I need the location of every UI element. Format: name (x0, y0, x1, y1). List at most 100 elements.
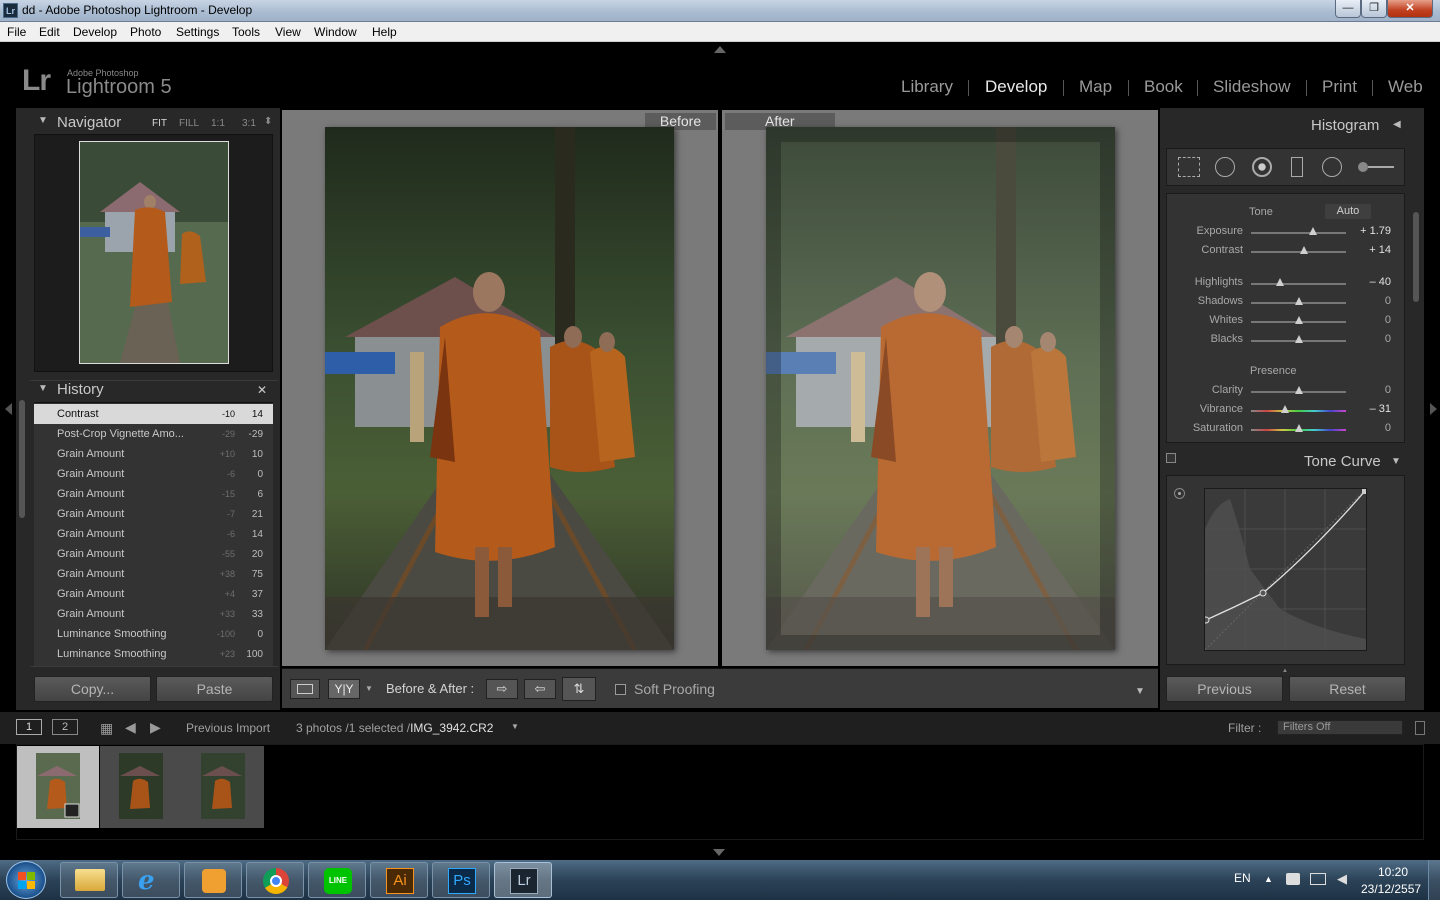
highlights-value[interactable]: – 40 (1351, 276, 1391, 288)
zoom-1-1[interactable]: 1:1 (211, 118, 225, 129)
saturation-slider-thumb[interactable] (1295, 424, 1303, 432)
history-item[interactable]: Grain Amount +33 33 (34, 604, 273, 624)
history-item[interactable]: Grain Amount -6 0 (34, 464, 273, 484)
exposure-value[interactable]: + 1.79 (1351, 225, 1391, 237)
clock-time[interactable]: 10:20 (1378, 865, 1408, 879)
auto-tone-button[interactable]: Auto (1325, 204, 1371, 219)
contrast-value[interactable]: + 14 (1351, 244, 1391, 256)
history-item[interactable]: Grain Amount -15 6 (34, 484, 273, 504)
bottom-panel-toggle-icon[interactable] (713, 849, 725, 856)
zoom-dropdown-icon[interactable]: ⬍ (264, 116, 272, 127)
maximize-button[interactable]: ❐ (1361, 0, 1387, 18)
menu-develop[interactable]: Develop (73, 25, 117, 39)
copy-after-to-before-icon[interactable]: ⇦ (524, 679, 556, 699)
taskbar-media-player[interactable] (184, 862, 242, 898)
left-panel-scrollbar[interactable] (19, 400, 25, 518)
history-item[interactable]: Luminance Smoothing +23 100 (34, 644, 273, 664)
taskbar-explorer[interactable] (60, 862, 118, 898)
history-item[interactable]: Grain Amount -55 20 (34, 544, 273, 564)
history-item[interactable]: Luminance Smoothing -100 0 (34, 624, 273, 644)
taskbar-illustrator[interactable]: Ai (370, 862, 428, 898)
history-item[interactable]: Grain Amount +10 10 (34, 444, 273, 464)
right-panel-scrollbar[interactable] (1413, 212, 1419, 302)
menu-file[interactable]: File (7, 25, 26, 39)
view-dropdown-icon[interactable]: ▼ (365, 684, 373, 693)
previous-button[interactable]: Previous (1166, 676, 1283, 702)
close-button[interactable]: ✕ (1387, 0, 1433, 18)
menu-tools[interactable]: Tools (232, 25, 260, 39)
graduated-filter-icon[interactable] (1291, 157, 1303, 177)
highlights-slider[interactable] (1251, 283, 1346, 285)
vibrance-slider-thumb[interactable] (1281, 405, 1289, 413)
module-map[interactable]: Map (1079, 77, 1112, 97)
swap-settings-icon[interactable]: ⇅ (562, 677, 596, 701)
language-indicator[interactable]: EN (1234, 871, 1251, 885)
volume-icon[interactable]: ◀ (1337, 871, 1347, 887)
crop-tool-icon[interactable] (1178, 157, 1200, 177)
module-library[interactable]: Library (901, 77, 953, 97)
history-collapse-icon[interactable]: ▼ (38, 383, 48, 394)
show-hidden-icons-icon[interactable]: ▲ (1264, 874, 1273, 884)
menu-window[interactable]: Window (314, 25, 357, 39)
right-panel-toggle-icon[interactable] (1430, 403, 1437, 415)
clear-history-icon[interactable]: ✕ (257, 383, 267, 397)
toolbar-options-icon[interactable]: ▼ (1135, 686, 1145, 697)
reset-button[interactable]: Reset (1289, 676, 1406, 702)
before-after-view-button[interactable]: Y|Y (328, 679, 360, 699)
copy-button[interactable]: Copy... (34, 676, 151, 702)
zoom-fill[interactable]: FILL (179, 118, 199, 129)
tone-curve-collapse-icon[interactable]: ▼ (1391, 456, 1401, 467)
menu-photo[interactable]: Photo (130, 25, 161, 39)
menu-settings[interactable]: Settings (176, 25, 219, 39)
taskbar-ie[interactable]: e (122, 862, 180, 898)
zoom-3-1[interactable]: 3:1 (242, 118, 256, 129)
history-item[interactable]: Grain Amount +4 37 (34, 584, 273, 604)
paste-button[interactable]: Paste (156, 676, 273, 702)
adjustment-brush-icon[interactable] (1358, 160, 1396, 174)
start-button[interactable] (6, 861, 46, 899)
filter-select[interactable]: Filters Off (1277, 720, 1403, 735)
filmstrip-thumbnail[interactable] (182, 746, 264, 828)
grid-view-icon[interactable]: ▦ (100, 720, 113, 737)
tone-curve-toggle[interactable] (1166, 453, 1176, 463)
whites-value[interactable]: 0 (1351, 314, 1391, 326)
clock-date[interactable]: 23/12/2557 (1361, 882, 1421, 896)
taskbar-line[interactable]: LINE (308, 862, 366, 898)
network-icon[interactable] (1310, 873, 1326, 885)
primary-display-button[interactable]: 1 (16, 719, 42, 735)
red-eye-tool-icon[interactable] (1252, 157, 1272, 177)
loupe-view-button[interactable] (290, 679, 320, 699)
show-desktop-button[interactable] (1428, 860, 1440, 900)
history-item[interactable]: Grain Amount -7 21 (34, 504, 273, 524)
module-print[interactable]: Print (1322, 77, 1357, 97)
history-item[interactable]: Grain Amount +38 75 (34, 564, 273, 584)
back-arrow-icon[interactable]: ◀ (125, 719, 136, 736)
soft-proofing-checkbox[interactable] (615, 684, 626, 695)
shadows-slider-thumb[interactable] (1295, 297, 1303, 305)
exposure-slider[interactable] (1251, 232, 1346, 234)
before-photo[interactable] (325, 127, 674, 650)
clarity-value[interactable]: 0 (1351, 384, 1391, 396)
history-item[interactable]: Contrast -10 14 (34, 404, 273, 424)
contrast-slider[interactable] (1251, 251, 1346, 253)
forward-arrow-icon[interactable]: ▶ (150, 719, 161, 736)
taskbar-chrome[interactable] (246, 862, 304, 898)
exposure-slider-thumb[interactable] (1309, 227, 1317, 235)
vibrance-slider[interactable] (1251, 410, 1346, 412)
filter-lock-icon[interactable] (1415, 721, 1425, 735)
contrast-slider-thumb[interactable] (1300, 246, 1308, 254)
module-book[interactable]: Book (1144, 77, 1183, 97)
radial-filter-icon[interactable] (1322, 157, 1342, 177)
after-photo[interactable] (766, 127, 1115, 650)
copy-before-to-after-icon[interactable]: ⇨ (486, 679, 518, 699)
navigator-thumbnail[interactable] (79, 141, 229, 364)
blacks-slider-thumb[interactable] (1295, 335, 1303, 343)
filmstrip-thumbnail[interactable] (17, 746, 99, 828)
whites-slider-thumb[interactable] (1295, 316, 1303, 324)
blacks-value[interactable]: 0 (1351, 333, 1391, 345)
minimize-button[interactable]: — (1335, 0, 1361, 18)
secondary-display-button[interactable]: 2 (52, 719, 78, 735)
filmstrip-source[interactable]: Previous Import (186, 721, 270, 735)
histogram-collapse-icon[interactable]: ◀ (1393, 119, 1401, 130)
menu-view[interactable]: View (275, 25, 301, 39)
